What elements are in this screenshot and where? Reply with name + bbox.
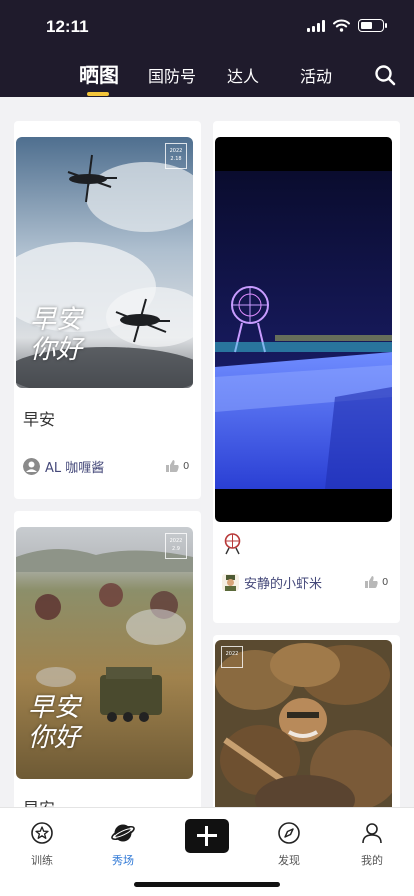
- ferris-wheel-badge-icon: [224, 533, 241, 555]
- top-tab-bar: 晒图 国防号 达人 活动: [0, 58, 414, 96]
- nav-profile[interactable]: 我的: [342, 822, 402, 868]
- compass-icon: [278, 822, 300, 844]
- status-bar: 12:11: [0, 0, 414, 52]
- battery-icon: [358, 19, 387, 32]
- post-card[interactable]: 2022: [213, 635, 400, 807]
- search-icon[interactable]: [374, 64, 396, 86]
- user-icon: [362, 823, 382, 844]
- app-header: 12:11 晒图 国防号 达人 活动: [0, 0, 414, 97]
- active-tab-indicator: [87, 92, 109, 96]
- calligraphy-text: 早安 你好: [30, 305, 83, 365]
- home-indicator: [134, 882, 280, 887]
- soldier-avatar-icon: [222, 574, 239, 591]
- nav-showcase[interactable]: 秀场: [93, 822, 153, 868]
- status-time: 12:11: [46, 17, 89, 36]
- post-card[interactable]: 20222.9 早安 你好 早安: [14, 511, 201, 807]
- post-card[interactable]: 2022 2.18 早安 你好 早安 AL 咖喱酱 0: [14, 121, 201, 499]
- nav-discover[interactable]: 发现: [259, 822, 319, 868]
- date-stamp: 2022 2.9: [165, 533, 187, 559]
- author-name: 安静的小虾米: [244, 577, 323, 592]
- thumbs-up-icon: [365, 576, 378, 588]
- default-avatar-icon: [23, 458, 40, 475]
- post-title[interactable]: 早安: [23, 406, 55, 430]
- like-count[interactable]: 0: [166, 460, 189, 472]
- cellular-signal-icon: [307, 19, 325, 32]
- post-feed[interactable]: 2022 2.18 早安 你好 早安 AL 咖喱酱 0 安静的小虾米 0 202…: [0, 97, 414, 807]
- author-name: AL 咖喱酱: [45, 461, 105, 476]
- post-image[interactable]: 2022 2.18 早安 你好: [16, 137, 193, 388]
- post-image[interactable]: [215, 137, 392, 522]
- tab-shaitu[interactable]: 晒图: [79, 59, 119, 88]
- post-title[interactable]: 早安: [23, 795, 55, 807]
- create-post-button[interactable]: [185, 819, 229, 853]
- nav-training[interactable]: 训练: [12, 822, 72, 868]
- ferris-wheel-night-photo: [215, 137, 392, 522]
- post-card[interactable]: 安静的小虾米 0: [213, 121, 400, 623]
- star-circle-icon: [31, 822, 53, 844]
- tab-huodong[interactable]: 活动: [300, 63, 332, 87]
- post-author[interactable]: 安静的小虾米: [222, 573, 322, 592]
- tab-daren[interactable]: 达人: [227, 63, 259, 87]
- thumbs-up-icon: [166, 460, 179, 472]
- status-icons: [307, 19, 387, 32]
- post-author[interactable]: AL 咖喱酱: [23, 457, 104, 476]
- planet-icon: [111, 824, 135, 842]
- tab-guofanghao[interactable]: 国防号: [148, 63, 196, 87]
- like-count[interactable]: 0: [365, 576, 388, 588]
- post-image[interactable]: 2022: [215, 640, 392, 807]
- date-stamp: 2022: [221, 646, 243, 668]
- wifi-icon: [333, 19, 350, 32]
- date-stamp: 2022 2.18: [165, 143, 187, 169]
- post-image[interactable]: 2022 2.9 早安 你好: [16, 527, 193, 779]
- calligraphy-text: 早安 你好: [28, 693, 81, 753]
